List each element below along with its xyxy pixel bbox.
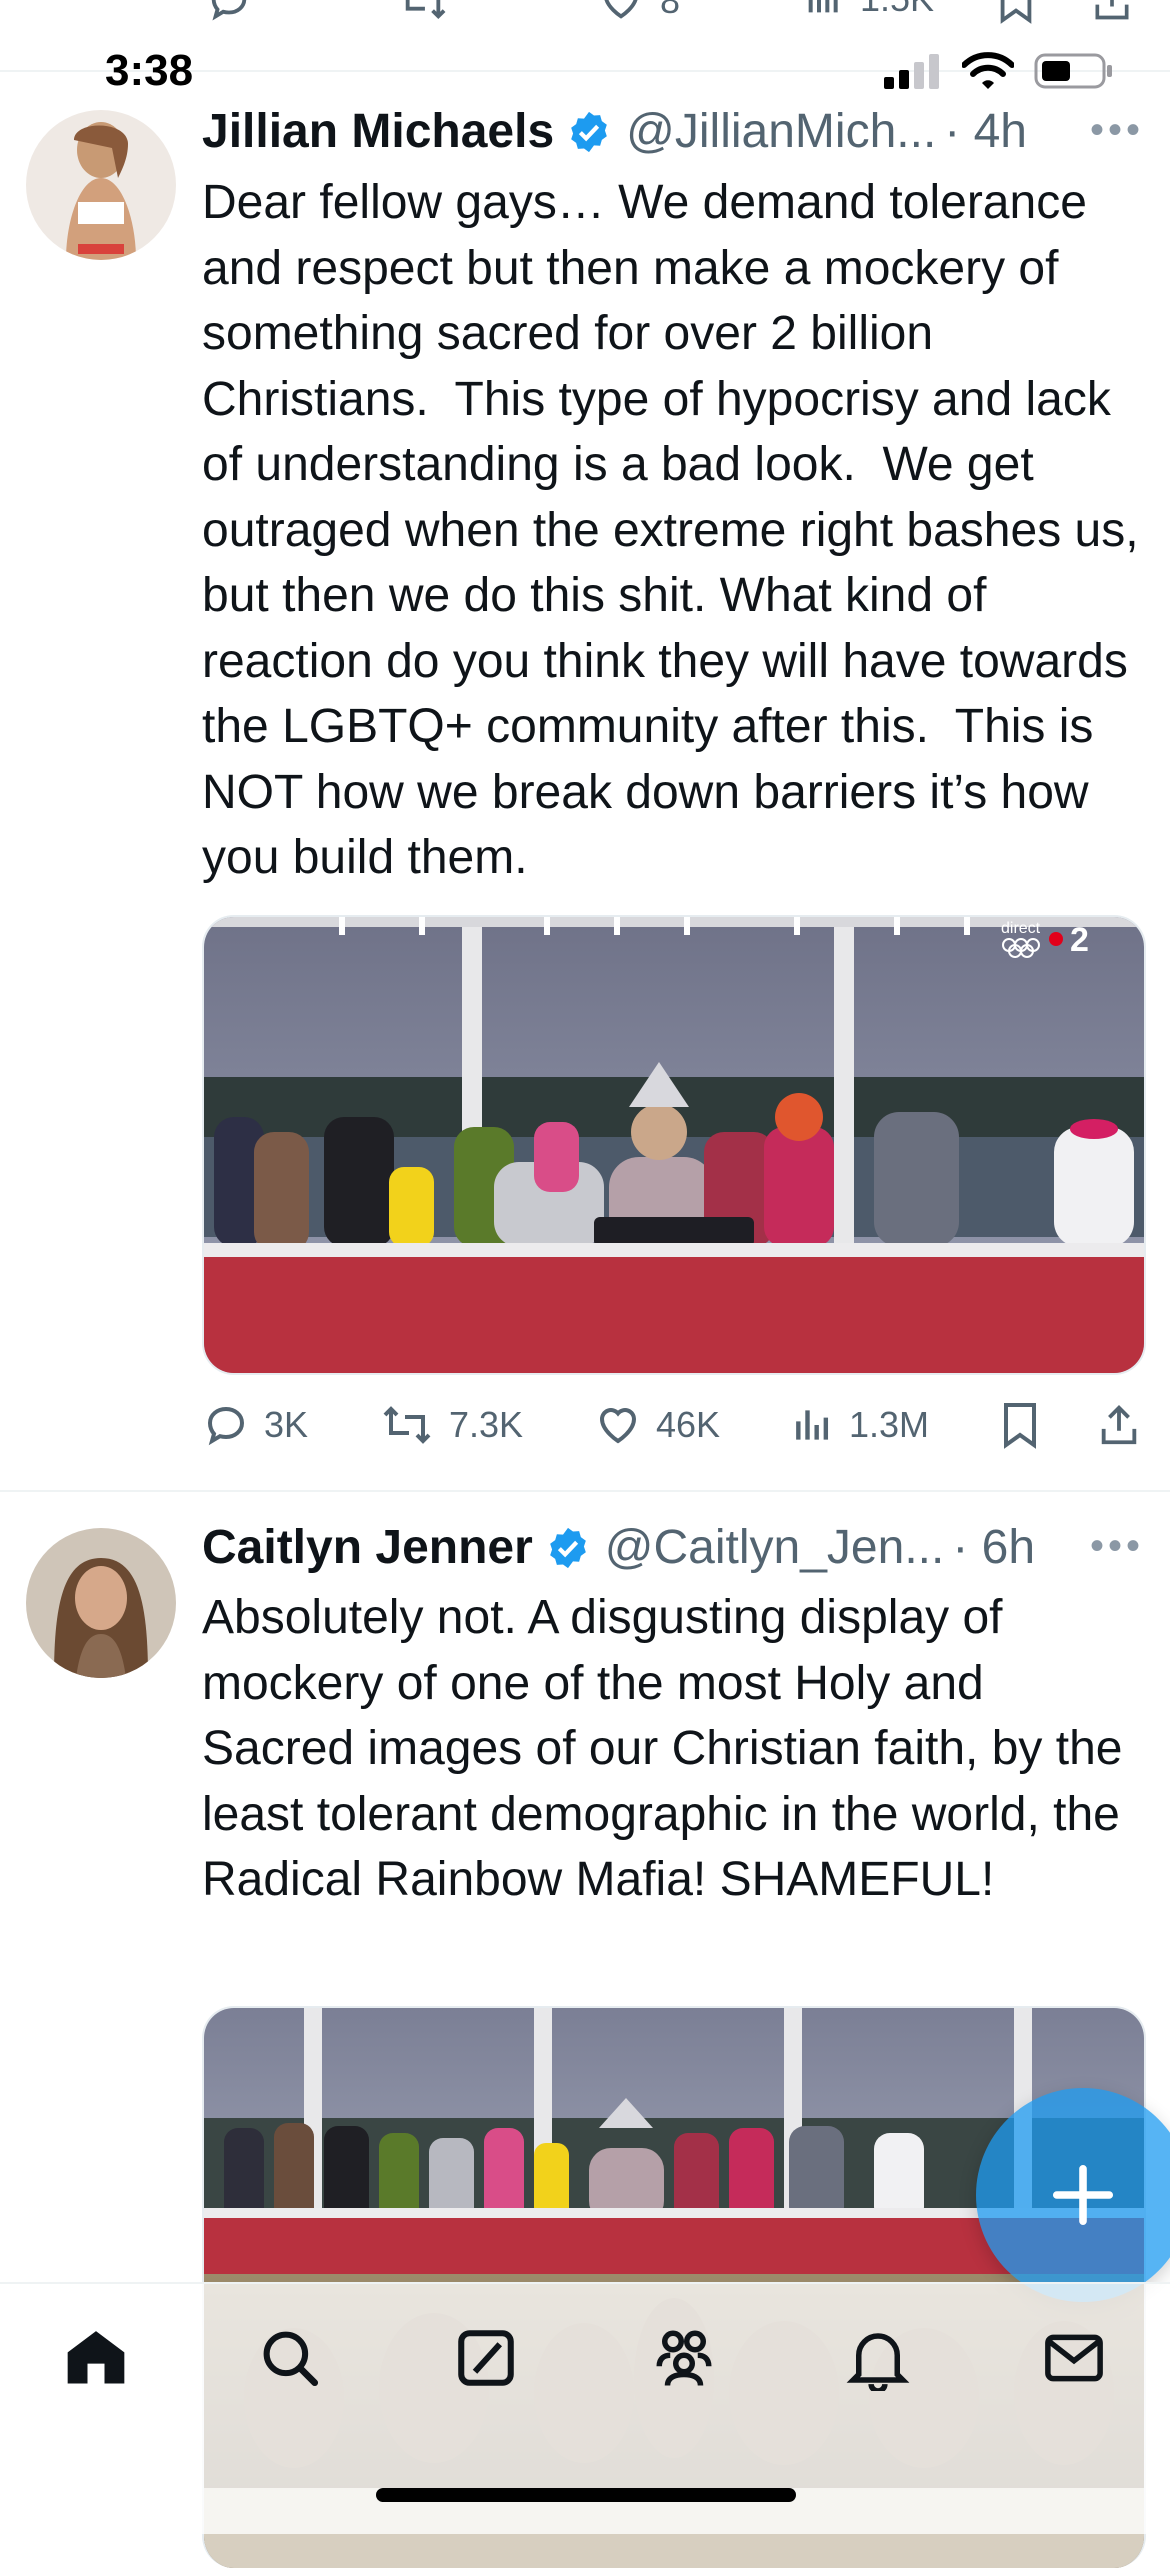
repost-button[interactable] (396, 0, 450, 24)
tweet-text: Absolutely not. A disgusting display of … (202, 1591, 1136, 1906)
media-badge-text: direct (1001, 920, 1041, 937)
search-icon (263, 2331, 319, 2387)
reply-button[interactable]: 3K (202, 1401, 308, 1449)
channel-number: 2 (1070, 921, 1089, 959)
divider (0, 1490, 1170, 1492)
heart-icon (599, 1408, 636, 1444)
wifi-icon (962, 52, 1014, 89)
bookmark-icon (1000, 0, 1032, 24)
tweet-time[interactable]: · 6h (952, 1520, 1035, 1575)
verified-icon (545, 1525, 591, 1571)
tab-grok[interactable] (446, 2318, 526, 2398)
like-count: 46K (655, 1404, 721, 1445)
avatar[interactable] (26, 1528, 176, 1678)
reply-icon (207, 1406, 245, 1446)
extra-actions (1000, 1401, 1142, 1449)
messages-icon (1045, 2334, 1103, 2382)
share-icon[interactable] (1096, 1401, 1142, 1449)
tweet-text: Dear fellow gays… We demand tolerance an… (202, 176, 1152, 884)
author-name[interactable]: Jillian Michaels (202, 104, 554, 159)
media-image: direct 2 (204, 917, 1144, 1373)
share-icon (1095, 0, 1129, 20)
heart-icon (604, 0, 638, 19)
tab-search[interactable] (250, 2318, 330, 2398)
verified-icon (566, 109, 612, 155)
signal-icon (884, 54, 939, 89)
author-handle[interactable]: @JillianMich... (626, 104, 936, 159)
views-icon (796, 1410, 829, 1440)
home-icon (67, 2331, 125, 2384)
views-icon (808, 0, 838, 13)
status-icons (884, 52, 1114, 90)
tweet-time[interactable]: · 4h (944, 104, 1027, 159)
plus-icon (1052, 2164, 1114, 2226)
tweet-media[interactable]: direct 2 (202, 915, 1146, 1375)
tweet-actions: 3K 7.3K 46K 1.3M (202, 1398, 1142, 1452)
view-count: 1.5K (860, 0, 934, 20)
repost-icon (405, 0, 446, 20)
communities-icon (656, 2330, 712, 2386)
repost-icon (383, 1406, 431, 1444)
reply-button[interactable] (206, 0, 252, 24)
like-button[interactable]: 8 (598, 0, 680, 24)
live-dot (1049, 932, 1063, 946)
tweet-header: Caitlyn Jenner @Caitlyn_Jen... · 6h (202, 1520, 1142, 1575)
views-button[interactable]: 1.5K (804, 0, 934, 20)
status-time: 3:38 (105, 46, 194, 95)
tab-notifications[interactable] (838, 2318, 918, 2398)
tab-communities[interactable] (644, 2318, 724, 2398)
view-count: 1.3M (848, 1404, 930, 1445)
avatar[interactable] (26, 110, 176, 260)
previous-tweet-actions: 8 1.5K (200, 0, 1140, 26)
notifications-icon (846, 2333, 910, 2391)
reply-icon (211, 0, 247, 21)
share-button[interactable] (1090, 0, 1134, 24)
repost-button[interactable]: 7.3K (379, 1401, 523, 1449)
tab-messages[interactable] (1034, 2318, 1114, 2398)
avatar-photo (26, 1528, 176, 1678)
views-button[interactable]: 1.3M (791, 1403, 929, 1447)
grok-icon (458, 2330, 514, 2386)
avatar-photo (26, 110, 176, 260)
like-count: 8 (660, 0, 681, 21)
more-icon[interactable]: ••• (1090, 1524, 1144, 1569)
more-icon[interactable]: ••• (1090, 108, 1144, 153)
reply-count: 3K (264, 1404, 309, 1445)
like-button[interactable]: 46K (594, 1401, 720, 1449)
home-indicator (376, 2488, 796, 2502)
tab-home[interactable] (56, 2318, 136, 2398)
author-name[interactable]: Caitlyn Jenner (202, 1520, 533, 1575)
battery-icon (1034, 53, 1112, 89)
bookmark-button[interactable] (996, 0, 1036, 24)
bookmark-icon[interactable] (1000, 1401, 1040, 1449)
tweet-header: Jillian Michaels @JillianMich... · 4h (202, 104, 1142, 159)
repost-count: 7.3K (448, 1404, 524, 1445)
author-handle[interactable]: @Caitlyn_Jen... (605, 1520, 945, 1575)
